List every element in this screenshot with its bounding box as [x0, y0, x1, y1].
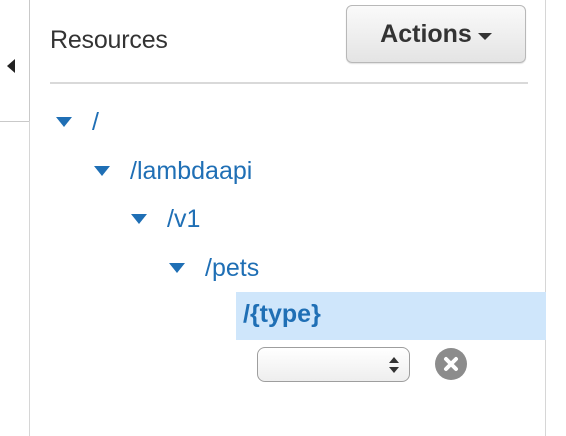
actions-label: Actions: [380, 19, 472, 48]
resources-title: Resources: [50, 26, 168, 54]
left-collapse-strip: [0, 0, 30, 436]
caret-down-icon[interactable]: [94, 166, 110, 176]
tree-item-label[interactable]: /v1: [167, 205, 200, 234]
panel-right-divider: [545, 0, 546, 436]
collapse-left-icon[interactable]: [7, 59, 15, 73]
tree-item-type[interactable]: /{type}: [243, 300, 321, 329]
caret-down-icon[interactable]: [56, 117, 72, 127]
tree-item-label[interactable]: /: [92, 108, 99, 137]
tree-item-label[interactable]: /lambdaapi: [130, 157, 252, 186]
caret-down-icon[interactable]: [131, 214, 147, 224]
caret-down-icon[interactable]: [169, 263, 185, 273]
header-divider: [50, 82, 528, 84]
select-arrows-icon: [389, 357, 399, 373]
actions-button[interactable]: Actions: [346, 5, 526, 63]
tree-item-label[interactable]: /pets: [205, 254, 259, 283]
clear-x-icon: [444, 357, 458, 371]
tree-item-v1[interactable]: /v1: [131, 202, 200, 236]
collapse-panel-tab[interactable]: [0, 0, 30, 122]
caret-down-icon: [477, 32, 492, 40]
clear-button[interactable]: [435, 348, 467, 380]
tree-item-pets[interactable]: /pets: [169, 251, 259, 285]
tree-item-lambdaapi[interactable]: /lambdaapi: [94, 154, 252, 188]
method-select[interactable]: [257, 347, 410, 382]
tree-item-root[interactable]: /: [56, 105, 99, 139]
left-divider: [29, 121, 30, 436]
